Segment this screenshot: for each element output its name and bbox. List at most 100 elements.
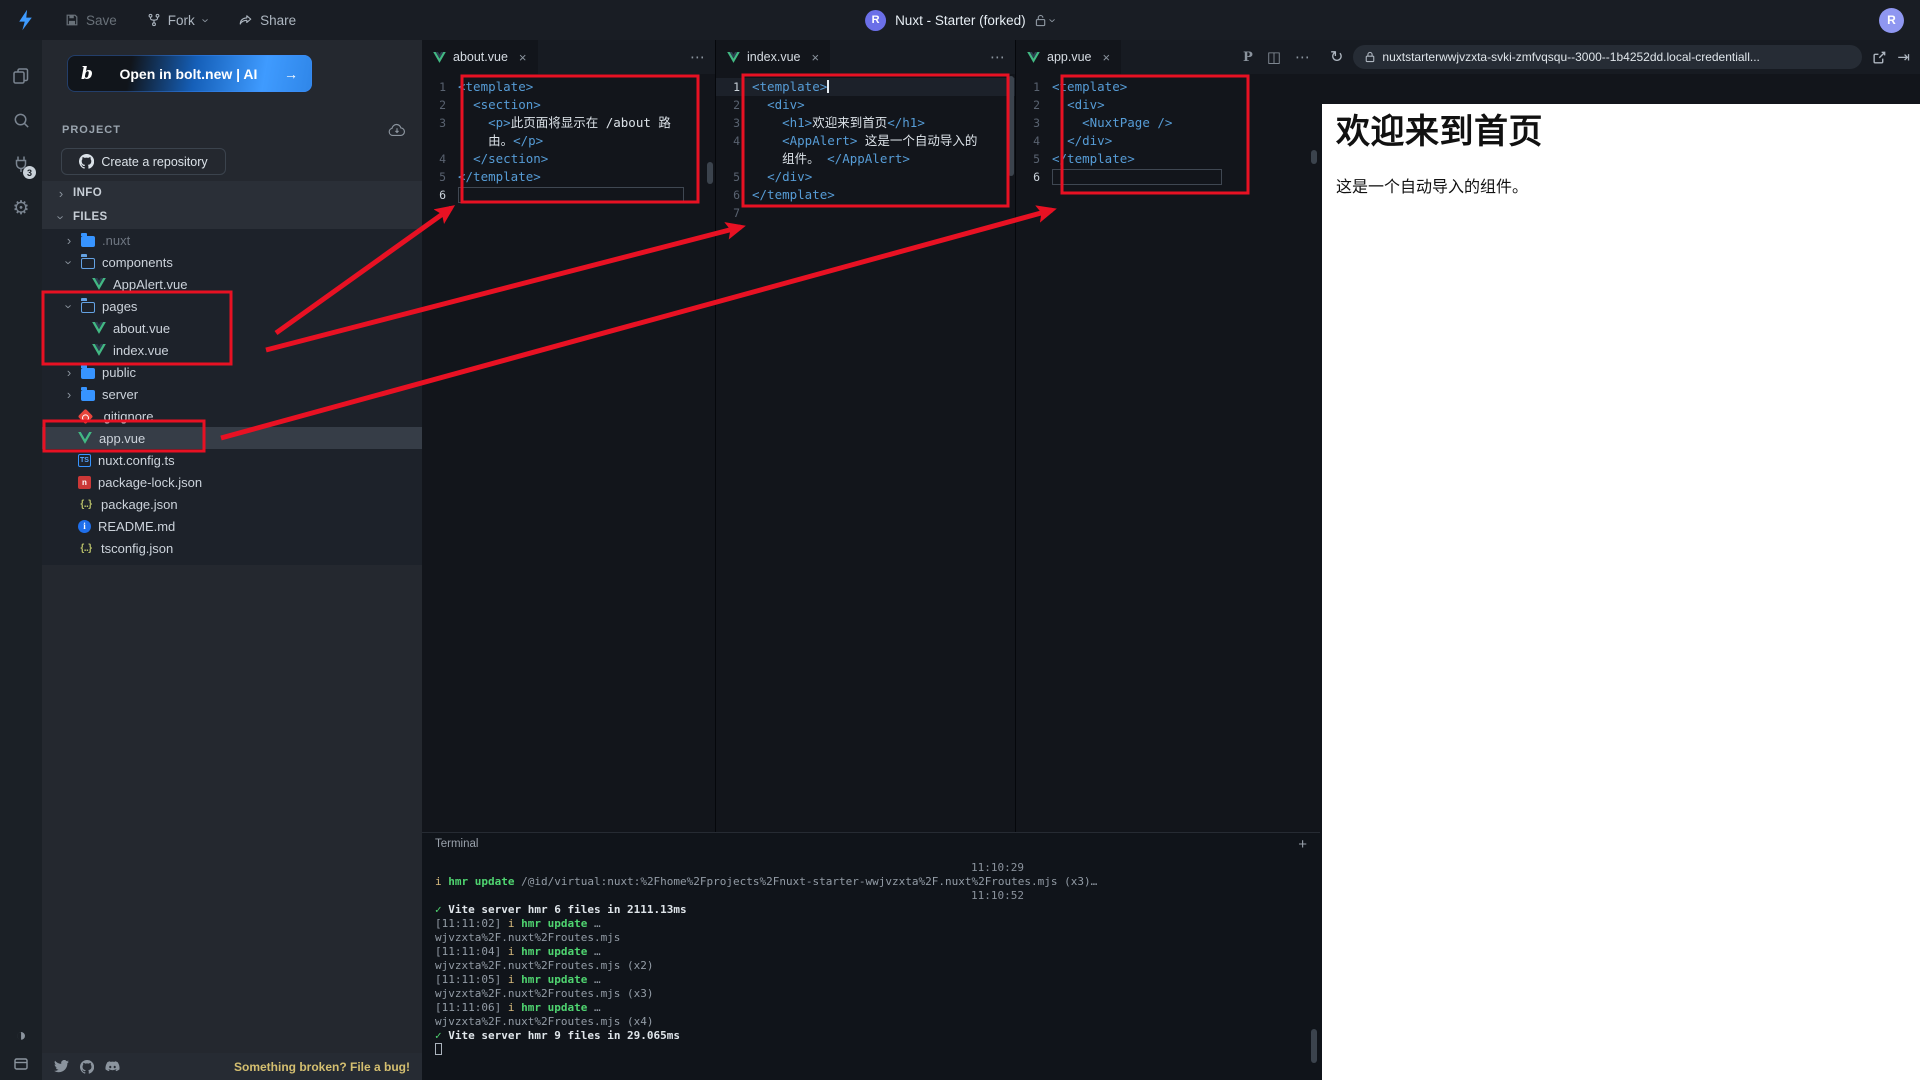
tab-about-vue[interactable]: about.vue × — [422, 40, 538, 74]
tab-index-vue[interactable]: index.vue × — [716, 40, 830, 74]
lock-icon — [1365, 51, 1375, 63]
discord-icon[interactable] — [105, 1061, 120, 1073]
user-avatar[interactable]: R — [1879, 8, 1904, 33]
open-in-bolt-button[interactable]: b Open in bolt.new | AI → — [67, 55, 312, 92]
tree-folder-server[interactable]: › server — [42, 383, 422, 405]
tab-app-vue[interactable]: app.vue × — [1016, 40, 1121, 74]
terminal-line: [11:11:02] i hmr update … — [435, 917, 1307, 931]
more-actions-icon[interactable]: ⋯ — [1295, 48, 1311, 66]
fork-button[interactable]: Fork › — [147, 13, 208, 28]
code-editor-app[interactable]: 1<template> 2 <div> 3 <NuxtPage /> 4 </d… — [1016, 74, 1320, 186]
settings-gear-icon[interactable]: ⚙ — [0, 186, 42, 230]
tree-file-about[interactable]: about.vue — [42, 317, 422, 339]
terminal-title: Terminal — [435, 838, 478, 850]
save-button[interactable]: Save — [65, 13, 117, 28]
chevron-right-icon: › — [64, 388, 74, 401]
folder-open-icon — [81, 258, 95, 269]
search-icon[interactable] — [0, 98, 42, 142]
tree-file-nuxt-config[interactable]: TS nuxt.config.ts — [42, 449, 422, 471]
prettier-icon[interactable]: P — [1243, 50, 1253, 65]
close-icon[interactable]: × — [812, 50, 820, 65]
typescript-icon: TS — [78, 454, 91, 467]
split-editor-icon[interactable]: ◫ — [1267, 48, 1281, 66]
code-editor-about[interactable]: 1<template> 2 <section> 3 <p>此页面将显示在 /ab… — [422, 74, 715, 204]
info-icon: i — [78, 520, 91, 533]
terminal-line: ✓ Vite server hmr 6 files in 2111.13ms — [435, 903, 1307, 917]
folder-open-icon — [81, 302, 95, 313]
share-label: Share — [260, 13, 296, 28]
files-panel-icon[interactable] — [0, 54, 42, 98]
file-a-bug-link[interactable]: Something broken? File a bug! — [234, 1060, 410, 1074]
visibility-toggle[interactable]: › — [1035, 13, 1055, 28]
open-external-icon[interactable] — [1872, 50, 1887, 65]
vue-icon — [92, 322, 106, 334]
chevron-right-icon: › — [56, 187, 66, 200]
terminal-line: [11:11:06] i hmr update … — [435, 1001, 1307, 1015]
scrollbar-thumb[interactable] — [707, 162, 713, 184]
npm-icon: n — [78, 476, 91, 489]
github-icon[interactable] — [80, 1060, 94, 1074]
file-tree: › .nuxt › components AppAlert.vue › page… — [42, 229, 422, 565]
tree-file-tsconfig[interactable]: {..} tsconfig.json — [42, 537, 422, 559]
tree-file-app-selected[interactable]: app.vue — [42, 427, 422, 449]
plugins-icon[interactable]: 3 — [0, 142, 42, 186]
project-avatar[interactable]: R — [865, 10, 886, 31]
terminal-line: ✓ Vite server hmr 9 files in 29.065ms — [435, 1029, 1307, 1043]
scrollbar-thumb[interactable] — [1008, 76, 1014, 176]
terminal-output: 11:10:29 i hmr update /@id/virtual:nuxt:… — [422, 855, 1320, 1063]
download-cloud-icon[interactable] — [388, 123, 406, 137]
chevron-right-icon: › — [64, 366, 74, 379]
info-section-header[interactable]: › INFO — [42, 181, 422, 205]
preview-page: 欢迎来到首页 这是一个自动导入的组件。 — [1320, 104, 1920, 1080]
terminal-header: Terminal + — [422, 833, 1320, 855]
terminal-panel[interactable]: Terminal + 11:10:29 i hmr update /@id/vi… — [422, 832, 1320, 1080]
preview-url-bar[interactable]: nuxtstarterwwjvzxta-svki-zmfvqsqu--3000-… — [1353, 45, 1862, 69]
new-terminal-icon[interactable]: + — [1298, 836, 1307, 853]
folder-icon — [81, 236, 95, 247]
vue-icon — [92, 344, 106, 356]
code-editor-index[interactable]: 1<template> 2 <div> 3 <h1>欢迎来到首页</h1> 4 … — [716, 74, 1015, 222]
project-title: Nuxt - Starter (forked) — [895, 13, 1026, 28]
tree-folder-nuxt[interactable]: › .nuxt — [42, 229, 422, 251]
panel-layout-icon[interactable] — [13, 1056, 29, 1072]
tree-file-gitignore[interactable]: .gitignore — [42, 405, 422, 427]
dock-preview-icon[interactable]: ⇥ — [1897, 48, 1910, 66]
editor-pane-index[interactable]: index.vue × ⋯ 1<template> 2 <div> 3 <h1>… — [716, 40, 1016, 832]
editor-pane-app[interactable]: app.vue × P ◫ ⋯ 1<template> 2 <div> 3 <N… — [1016, 40, 1320, 832]
save-icon — [65, 13, 79, 27]
theme-contrast-icon[interactable]: ◑ — [16, 1025, 27, 1046]
chevron-down-icon[interactable]: › — [198, 18, 213, 22]
scrollbar-thumb[interactable] — [1311, 1029, 1317, 1063]
tab-strip: app.vue × P ◫ ⋯ — [1016, 40, 1320, 74]
close-icon[interactable]: × — [1102, 50, 1110, 65]
tree-folder-public[interactable]: › public — [42, 361, 422, 383]
fork-label: Fork — [168, 13, 195, 28]
create-repository-button[interactable]: Create a repository — [61, 148, 226, 175]
close-icon[interactable]: × — [519, 50, 527, 65]
tree-file-package[interactable]: {..} package.json — [42, 493, 422, 515]
tree-file-readme[interactable]: i README.md — [42, 515, 422, 537]
editor-pane-about[interactable]: about.vue × ⋯ 1<template> 2 <section> 3 … — [422, 40, 716, 832]
more-actions-icon[interactable]: ⋯ — [990, 48, 1006, 66]
vue-icon — [92, 278, 106, 290]
tree-file-index[interactable]: index.vue — [42, 339, 422, 361]
project-sidebar: b Open in bolt.new | AI → PROJECT Create… — [42, 40, 422, 1080]
tree-file-package-lock[interactable]: n package-lock.json — [42, 471, 422, 493]
vue-icon — [433, 52, 446, 63]
tree-folder-pages[interactable]: › pages — [42, 295, 422, 317]
share-button[interactable]: Share — [238, 13, 296, 28]
twitter-icon[interactable] — [54, 1060, 69, 1073]
scrollbar-thumb[interactable] — [1311, 150, 1317, 164]
more-actions-icon[interactable]: ⋯ — [690, 48, 706, 66]
bolt-logo-icon: b — [81, 64, 93, 84]
tree-file-appalert[interactable]: AppAlert.vue — [42, 273, 422, 295]
stackblitz-logo-icon[interactable] — [16, 9, 35, 31]
tree-folder-components[interactable]: › components — [42, 251, 422, 273]
git-icon — [78, 408, 94, 424]
chevron-down-icon: › — [63, 301, 76, 311]
terminal-line: wjvzxta%2F.nuxt%2Froutes.mjs (x2) — [435, 959, 1307, 973]
sidebar-status-bar: Something broken? File a bug! — [42, 1053, 422, 1080]
reload-icon[interactable]: ↻ — [1330, 47, 1343, 67]
files-section-header[interactable]: › FILES — [42, 205, 422, 229]
stackblitz-ide: Save Fork › Share R Nuxt - Starter (fork… — [0, 0, 1920, 1080]
